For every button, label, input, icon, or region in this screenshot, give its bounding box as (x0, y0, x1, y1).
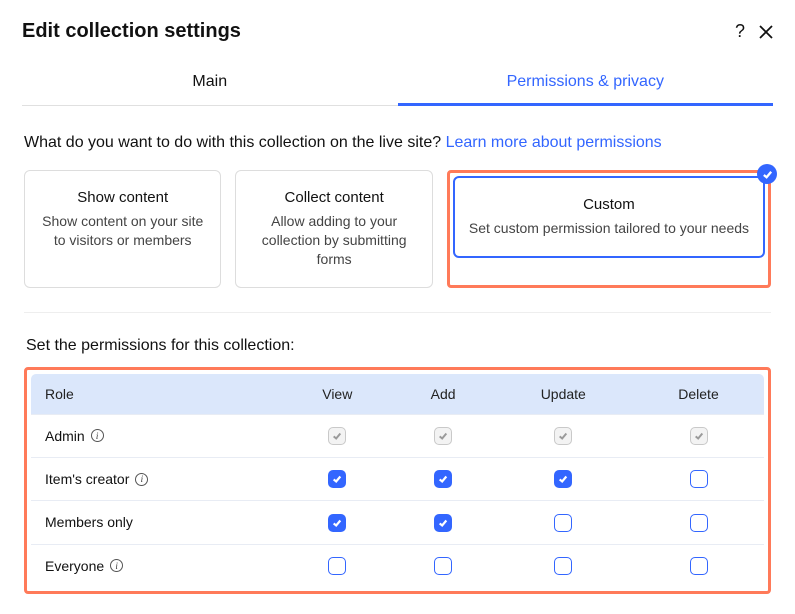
divider (24, 312, 771, 313)
checkbox-add[interactable] (434, 470, 452, 488)
role-label: Item's creator i (45, 471, 148, 487)
checkbox-update[interactable] (554, 514, 572, 532)
card-desc: Show content on your site to visitors or… (39, 212, 206, 250)
checkbox-view[interactable] (328, 557, 346, 575)
card-title: Collect content (250, 189, 417, 206)
table-highlight: Role View Add Update Delete Admin i Item'… (24, 367, 771, 594)
checkbox-add[interactable] (434, 514, 452, 532)
info-icon[interactable]: i (135, 473, 148, 486)
col-view: View (282, 373, 393, 414)
tabs: Main Permissions & privacy (22, 61, 773, 106)
info-icon[interactable]: i (91, 429, 104, 442)
col-role: Role (31, 373, 282, 414)
info-icon[interactable]: i (110, 559, 123, 572)
checkbox-add[interactable] (434, 557, 452, 575)
dialog-title: Edit collection settings (22, 20, 241, 43)
tab-permissions[interactable]: Permissions & privacy (398, 61, 774, 106)
col-add: Add (393, 373, 494, 414)
help-icon[interactable]: ? (735, 21, 745, 42)
dialog-header: Edit collection settings ? (22, 20, 773, 43)
card-title: Show content (39, 189, 206, 206)
checkbox-delete[interactable] (690, 470, 708, 488)
card-show-content[interactable]: Show content Show content on your site t… (24, 170, 221, 288)
learn-more-link[interactable]: Learn more about permissions (446, 134, 662, 151)
permissions-table: Role View Add Update Delete Admin i Item'… (30, 373, 765, 588)
role-label: Admin i (45, 428, 104, 444)
checkbox-view (328, 427, 346, 445)
card-highlight: Custom Set custom permission tailored to… (447, 170, 771, 288)
card-desc: Set custom permission tailored to your n… (469, 219, 749, 238)
checkbox-view[interactable] (328, 514, 346, 532)
card-collect-content[interactable]: Collect content Allow adding to your col… (235, 170, 432, 288)
role-label: Everyone i (45, 558, 123, 574)
checkbox-view[interactable] (328, 470, 346, 488)
permission-cards: Show content Show content on your site t… (24, 170, 771, 288)
col-update: Update (494, 373, 633, 414)
table-row: Everyone i (31, 544, 765, 587)
checkbox-add (434, 427, 452, 445)
table-row: Admin i (31, 414, 765, 457)
permissions-subheading: Set the permissions for this collection: (26, 337, 769, 355)
close-icon[interactable] (759, 25, 773, 39)
checkbox-delete[interactable] (690, 557, 708, 575)
table-row: Item's creator i (31, 457, 765, 500)
tab-main[interactable]: Main (22, 61, 398, 106)
card-custom[interactable]: Custom Set custom permission tailored to… (453, 176, 765, 258)
checkbox-delete[interactable] (690, 514, 708, 532)
card-title: Custom (469, 196, 749, 213)
role-label: Members only (45, 514, 133, 530)
card-desc: Allow adding to your collection by submi… (250, 212, 417, 269)
checkbox-update[interactable] (554, 557, 572, 575)
checkbox-update (554, 427, 572, 445)
checkbox-update[interactable] (554, 470, 572, 488)
table-row: Members only (31, 501, 765, 544)
col-delete: Delete (633, 373, 765, 414)
prompt-text: What do you want to do with this collect… (24, 134, 771, 152)
prompt-question: What do you want to do with this collect… (24, 134, 446, 151)
selected-check-icon (757, 164, 777, 184)
checkbox-delete (690, 427, 708, 445)
